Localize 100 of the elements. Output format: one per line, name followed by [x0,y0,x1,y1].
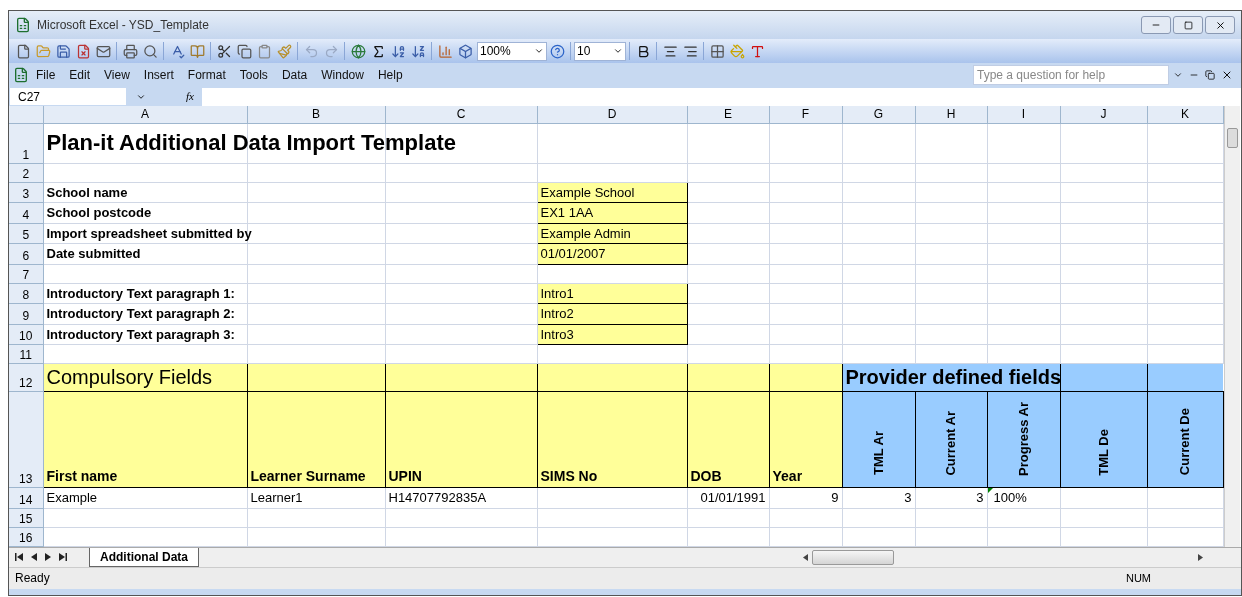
next-sheet-icon[interactable] [45,553,51,561]
close-icon[interactable] [1221,69,1233,81]
menu-item[interactable]: View [97,66,137,84]
maximize-icon [1183,20,1193,30]
cell-text: Learner Surname [249,468,367,484]
column-header[interactable]: D [537,106,687,123]
close-icon [1214,19,1226,31]
last-sheet-icon[interactable] [59,553,67,561]
sheet-title: Plan-it Additional Data Import Template [45,130,457,155]
menu-item[interactable]: Window [314,66,371,84]
first-sheet-icon[interactable] [15,553,23,561]
table-cell: 100% [993,490,1027,505]
cell-text: Intro2 [539,306,575,321]
sheet-tab[interactable]: Additional Data [89,547,199,567]
table-cell-text: 3 [903,489,913,507]
section-header-cell[interactable] [247,363,385,392]
row-header[interactable]: 6 [9,243,43,264]
row-header[interactable]: 9 [9,303,43,324]
field-label: Introductory Text paragraph 2: [45,306,236,321]
workbook-icon [13,67,29,83]
table-cell-text: 3 [975,489,985,507]
column-header[interactable]: H [915,106,987,123]
field-label: Import spreadsheet submitted by [45,225,253,241]
row-header[interactable]: 5 [9,223,43,244]
column-header-cell[interactable]: Progress Ar [987,391,1060,488]
cell-text: Intro1 [539,285,575,301]
menu-item[interactable]: Help [370,66,410,84]
section-header-cell[interactable] [1147,363,1223,392]
row-header[interactable]: 8 [9,283,43,304]
cell-text: First name [45,468,119,484]
formula-input[interactable] [201,87,1241,106]
column-header-cell[interactable]: SIMS No [537,391,687,488]
column-header-text: Current Ar [942,410,960,476]
minimize-button[interactable] [1141,16,1171,34]
scroll-right-icon[interactable] [1198,553,1203,561]
cell-text: Example School [539,184,636,200]
column-header-cell[interactable]: Current Ar [915,391,987,488]
cell-text: SIMS No [539,468,599,484]
column-header-cell[interactable]: UPIN [385,391,537,488]
table-cell-text: 9 [830,489,840,507]
column-header-text: TML Ar [869,431,887,476]
name-box[interactable]: C27 [10,88,126,105]
excel-icon [15,17,31,33]
row-header[interactable]: 10 [9,324,43,345]
column-header[interactable]: B [247,106,385,123]
column-header[interactable]: C [385,106,537,123]
row-header[interactable]: 12 [9,363,43,392]
section-header-cell[interactable] [385,363,537,392]
field-label: School name [45,184,129,200]
column-header[interactable]: A [43,106,247,123]
cell-text: Intro3 [539,326,575,342]
section-header-cell[interactable] [769,363,842,392]
section-header-cell[interactable] [1060,363,1147,392]
close-button[interactable] [1205,16,1235,34]
column-header[interactable]: G [842,106,915,123]
section-header-cell[interactable] [537,363,687,392]
column-header[interactable]: F [769,106,842,123]
cell-text: Example Admin [539,225,632,241]
row-header[interactable]: 1 [9,123,43,163]
row-header[interactable]: 3 [9,182,43,203]
menu-item[interactable]: Edit [62,66,98,84]
column-header-text: TML De [1094,428,1112,476]
column-header-cell[interactable]: First name [43,391,247,488]
column-header[interactable]: I [987,106,1060,123]
cell-text: Year [771,468,804,484]
status-text: Ready [15,570,50,587]
field-label: Date submitted [45,246,142,261]
row-header[interactable]: 13 [9,391,43,488]
cell-text: Compulsory Fields [45,366,214,389]
column-header-cell[interactable]: Current De [1147,391,1223,488]
column-header-cell[interactable]: Year [769,391,842,488]
table-cell-text: Learner1 [249,490,304,505]
scroll-left-icon[interactable] [803,553,808,561]
section-header-cell[interactable] [687,363,769,392]
horizontal-scrollbar-thumb[interactable] [812,549,894,565]
column-header-cell[interactable]: DOB [687,391,769,488]
menu-item[interactable]: Format [180,66,233,84]
row-header[interactable]: 4 [9,202,43,223]
column-header-cell[interactable]: Learner Surname [247,391,385,488]
previous-sheet-icon[interactable] [31,553,37,561]
column-header-cell[interactable]: TML Ar [842,391,915,488]
dropdown-icon[interactable] [1173,70,1183,80]
column-header[interactable]: K [1147,106,1223,123]
menu-item[interactable]: Tools [232,66,275,84]
cell-text: 01/01/2007 [539,246,607,261]
window-title: Microsoft Excel - YSD_Template [37,17,209,34]
menu-item[interactable]: Insert [136,66,181,84]
field-label: Introductory Text paragraph 1: [45,285,236,301]
menu-item[interactable]: Data [274,66,315,84]
function-label[interactable]: fx [186,88,194,105]
menu-item[interactable]: File [29,66,63,84]
section-header-cell[interactable]: Compulsory Fields [43,363,247,392]
column-header[interactable]: J [1060,106,1147,123]
help-search-field[interactable]: Type a question for help [973,65,1169,85]
row-header[interactable]: 14 [9,487,43,508]
column-header-cell[interactable]: TML De [1060,391,1147,488]
table-cell-text: H14707792835A [387,490,488,505]
column-header[interactable]: E [687,106,769,123]
restore-icon[interactable] [1205,70,1215,80]
maximize-button[interactable] [1173,16,1203,34]
